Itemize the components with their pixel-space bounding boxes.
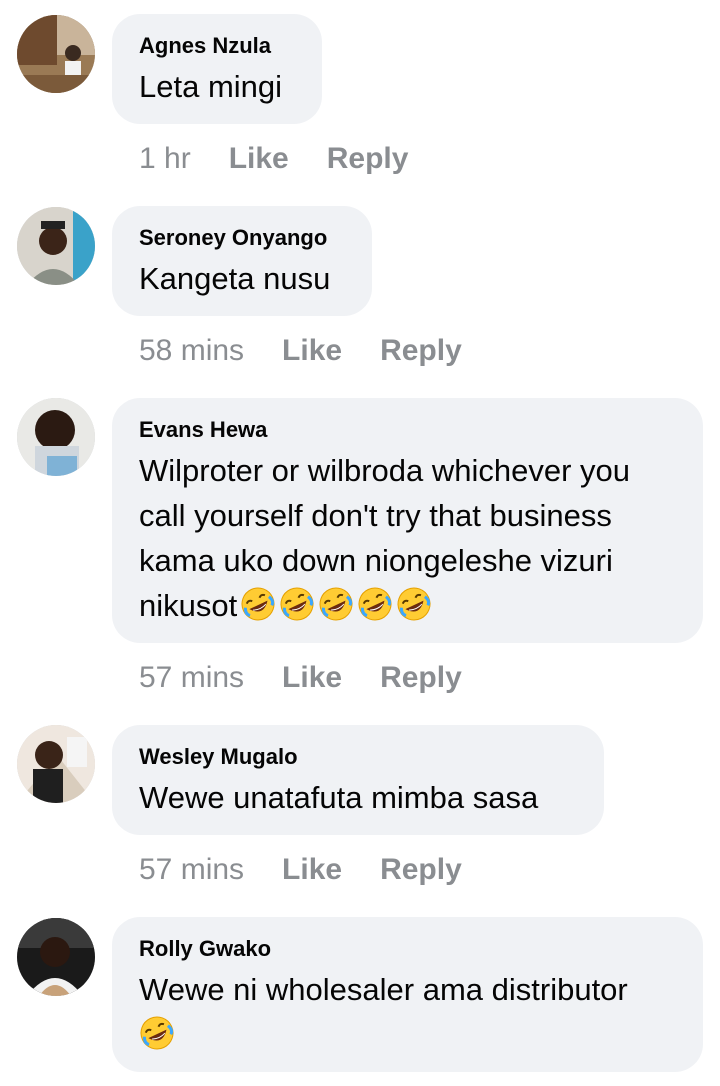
comment-bubble: Seroney Onyango Kangeta nusu [112, 206, 372, 316]
reply-button[interactable]: Reply [380, 660, 462, 696]
reply-button[interactable]: Reply [327, 141, 409, 177]
comment-author[interactable]: Rolly Gwako [139, 935, 677, 963]
rolling-laughing-emoji-icon [240, 586, 276, 622]
comment-actions: 58 mins Like Reply [139, 333, 462, 369]
avatar[interactable] [17, 207, 95, 285]
comment-text: Wewe unatafuta mimba sasa [139, 780, 539, 815]
comment-author[interactable]: Agnes Nzula [139, 32, 296, 60]
like-button[interactable]: Like [229, 141, 289, 177]
comment-bubble: Wesley Mugalo Wewe unatafuta mimba sasa [112, 725, 604, 835]
avatar[interactable] [17, 725, 95, 803]
avatar[interactable] [17, 918, 95, 996]
emoji-group [237, 586, 432, 623]
comment-bubble: Agnes Nzula Leta mingi [112, 14, 322, 124]
comment-text: Leta mingi [139, 69, 283, 104]
comment-time[interactable]: 57 mins [139, 660, 244, 696]
comment-text: Wilproter or wilbroda whichever you call… [139, 448, 677, 628]
emoji-group [139, 1015, 175, 1052]
reply-button[interactable]: Reply [380, 333, 462, 369]
comment-author[interactable]: Evans Hewa [139, 416, 677, 444]
comment-text: Wewe ni wholesaler ama distributor [139, 967, 677, 1057]
comment-time[interactable]: 57 mins [139, 852, 244, 888]
comment-actions: 1 hr Like Reply [139, 141, 408, 177]
rolling-laughing-emoji-icon [318, 586, 354, 622]
comment-bubble: Evans Hewa Wilproter or wilbroda whichev… [112, 398, 703, 643]
comment-time[interactable]: 58 mins [139, 333, 244, 369]
comment-actions: 57 mins Like Reply [139, 660, 462, 696]
avatar[interactable] [17, 15, 95, 93]
reply-button[interactable]: Reply [380, 852, 462, 888]
like-button[interactable]: Like [282, 660, 342, 696]
rolling-laughing-emoji-icon [139, 1015, 175, 1051]
like-button[interactable]: Like [282, 852, 342, 888]
like-button[interactable]: Like [282, 333, 342, 369]
rolling-laughing-emoji-icon [357, 586, 393, 622]
comment-time[interactable]: 1 hr [139, 141, 191, 177]
comment-author[interactable]: Seroney Onyango [139, 224, 346, 252]
rolling-laughing-emoji-icon [279, 586, 315, 622]
avatar[interactable] [17, 398, 95, 476]
comment-actions: 57 mins Like Reply [139, 852, 462, 888]
comment-author[interactable]: Wesley Mugalo [139, 743, 578, 771]
comment-text: Kangeta nusu [139, 261, 331, 296]
comment-text-body: Wewe ni wholesaler ama distributor [139, 972, 628, 1007]
rolling-laughing-emoji-icon [396, 586, 432, 622]
comment-bubble: Rolly Gwako Wewe ni wholesaler ama distr… [112, 917, 703, 1072]
